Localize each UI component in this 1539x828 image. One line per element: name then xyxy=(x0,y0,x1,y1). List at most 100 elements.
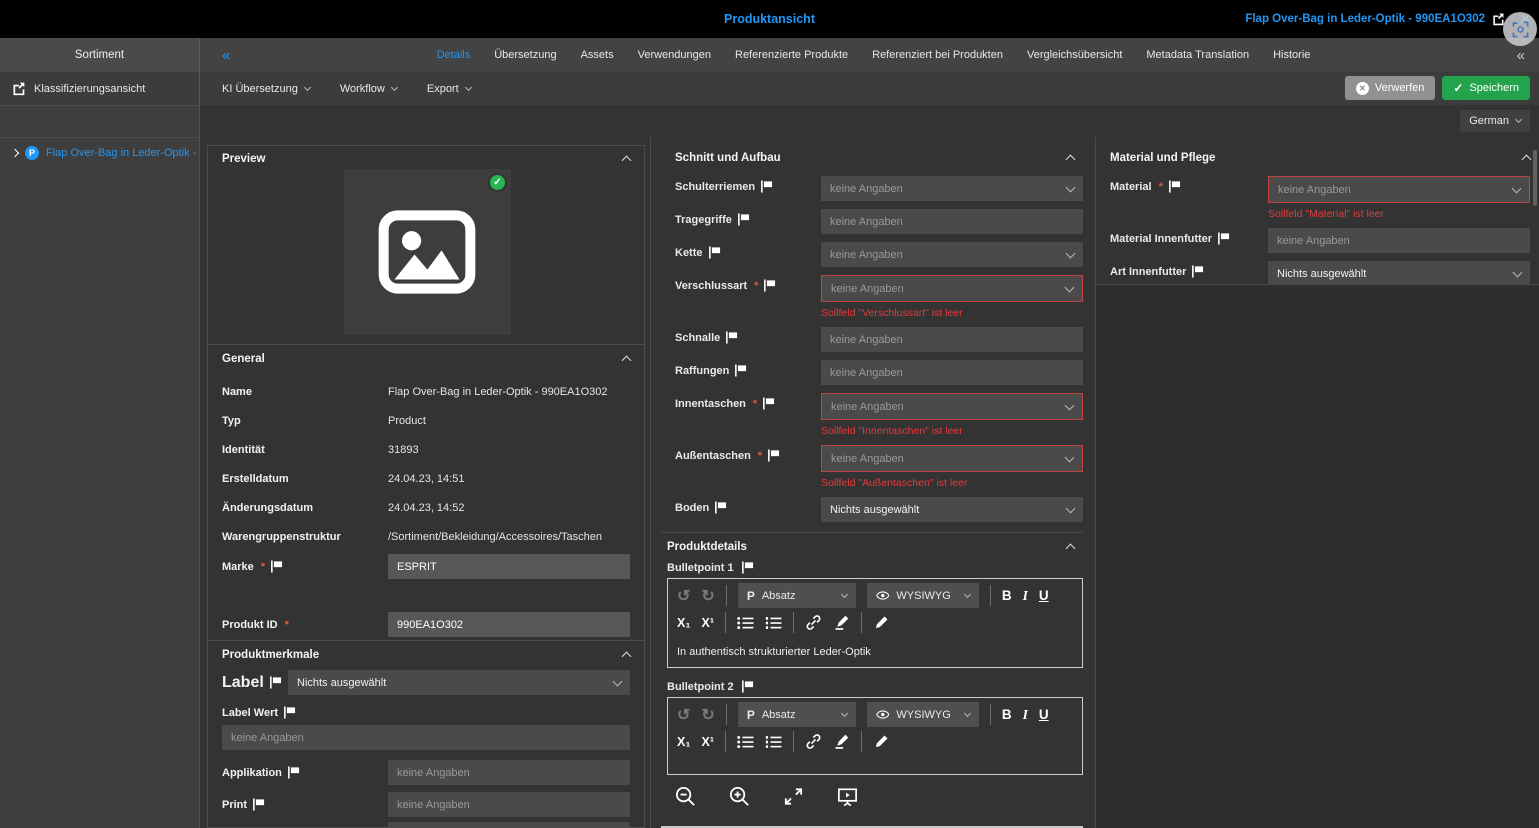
tab-verwendungen[interactable]: Verwendungen xyxy=(638,49,711,61)
raffungen-input[interactable] xyxy=(821,360,1083,385)
tab-metadata-translation[interactable]: Metadata Translation xyxy=(1146,49,1249,61)
screen-capture-badge[interactable] xyxy=(1503,12,1537,46)
boden-select[interactable]: Nichts ausgewählt xyxy=(821,497,1083,522)
edit-pencil-icon[interactable] xyxy=(873,733,890,750)
collapse-section-icon[interactable] xyxy=(1066,544,1076,554)
tab-referenziert-bei-produkten[interactable]: Referenziert bei Produkten xyxy=(872,49,1003,61)
flag-icon[interactable] xyxy=(763,279,776,292)
flag-icon[interactable] xyxy=(741,561,754,574)
numbered-list-icon[interactable] xyxy=(765,616,782,630)
flag-icon[interactable] xyxy=(708,246,721,259)
link-icon[interactable] xyxy=(805,614,822,631)
art-innenfutter-select[interactable]: Nichts ausgewählt xyxy=(1268,261,1530,286)
bullet-list-icon[interactable] xyxy=(737,735,754,749)
bulletpoint1-text[interactable]: In authentisch strukturierter Leder-Opti… xyxy=(668,637,1082,667)
collapse-right-icon[interactable]: « xyxy=(1517,47,1525,64)
zoom-in-icon[interactable] xyxy=(728,785,751,808)
highlighter-icon[interactable] xyxy=(833,614,850,631)
tab-referenzierte-produkte[interactable]: Referenzierte Produkte xyxy=(735,49,848,61)
tragegriffe-input[interactable] xyxy=(821,209,1083,234)
flag-icon[interactable] xyxy=(741,680,754,693)
scrollbar-thumb[interactable] xyxy=(1533,150,1537,206)
superscript-button[interactable]: X¹ xyxy=(702,616,715,630)
flag-icon[interactable] xyxy=(725,331,738,344)
collapse-section-icon[interactable] xyxy=(1522,155,1532,165)
save-button[interactable]: ✓ Speichern xyxy=(1442,76,1530,100)
italic-button[interactable]: I xyxy=(1023,707,1028,723)
kette-select[interactable]: keine Angaben xyxy=(821,242,1083,267)
collapse-section-icon[interactable] xyxy=(1066,155,1076,165)
flag-icon[interactable] xyxy=(270,560,283,573)
flag-icon[interactable] xyxy=(1217,232,1230,245)
tab-historie[interactable]: Historie xyxy=(1273,49,1310,61)
undo-icon[interactable]: ↺ xyxy=(677,705,690,725)
flag-icon[interactable] xyxy=(714,501,727,514)
underline-button[interactable]: U xyxy=(1039,588,1049,603)
sidebar-item-klassifizierungsansicht[interactable]: Klassifizierungsansicht xyxy=(0,72,200,105)
subscript-button[interactable]: X₁ xyxy=(677,735,691,749)
presentation-icon[interactable] xyxy=(836,785,859,808)
view-mode-select[interactable]: WYSIWYG xyxy=(867,702,979,727)
material-innenfutter-input[interactable] xyxy=(1268,228,1530,253)
bold-button[interactable]: B xyxy=(1002,588,1012,603)
flag-icon[interactable] xyxy=(760,180,773,193)
menu-ki-uebersetzung[interactable]: KI Übersetzung xyxy=(222,83,310,95)
paragraph-style-select[interactable]: P Absatz xyxy=(738,702,856,727)
discard-button[interactable]: ✕ Verwerfen xyxy=(1345,76,1436,100)
flag-icon[interactable] xyxy=(737,213,750,226)
tab-uebersetzung[interactable]: Übersetzung xyxy=(494,49,556,61)
flag-icon[interactable] xyxy=(283,706,296,719)
tab-vergleichsuebersicht[interactable]: Vergleichsübersicht xyxy=(1027,49,1122,61)
flag-icon[interactable] xyxy=(1168,180,1181,193)
material-select[interactable]: keine Angaben xyxy=(1268,176,1530,203)
flag-icon[interactable] xyxy=(269,676,282,689)
menu-export[interactable]: Export xyxy=(427,83,471,95)
highlighter-icon[interactable] xyxy=(833,733,850,750)
bold-button[interactable]: B xyxy=(1002,707,1012,722)
flag-icon[interactable] xyxy=(762,397,775,410)
numbered-list-icon[interactable] xyxy=(765,735,782,749)
collapse-section-icon[interactable] xyxy=(622,156,632,166)
produkt-id-input[interactable] xyxy=(388,612,630,637)
collapse-section-icon[interactable] xyxy=(622,652,632,662)
flag-icon[interactable] xyxy=(287,766,300,779)
redo-icon[interactable]: ↻ xyxy=(701,586,714,606)
collapse-section-icon[interactable] xyxy=(622,356,632,366)
language-select[interactable]: German xyxy=(1460,110,1530,132)
flag-icon[interactable] xyxy=(1191,265,1204,278)
schulterriemen-select[interactable]: keine Angaben xyxy=(821,176,1083,201)
flag-icon[interactable] xyxy=(734,364,747,377)
tree-item-product[interactable]: P Flap Over-Bag in Leder-Optik - 990 xyxy=(12,146,199,160)
tab-details[interactable]: Details xyxy=(437,49,471,61)
subscript-button[interactable]: X₁ xyxy=(677,616,691,630)
preview-image-placeholder[interactable]: ✓ xyxy=(344,169,511,335)
label-select[interactable]: Nichts ausgewählt xyxy=(288,670,630,695)
collapse-left-icon[interactable]: « xyxy=(222,47,230,64)
applikation-input[interactable] xyxy=(388,760,630,785)
aussentaschen-select[interactable]: keine Angaben xyxy=(821,445,1083,472)
verschlussart-select[interactable]: keine Angaben xyxy=(821,275,1083,302)
paragraph-style-select[interactable]: P Absatz xyxy=(738,583,856,608)
underline-button[interactable]: U xyxy=(1039,707,1049,722)
cutoff-input[interactable] xyxy=(388,822,630,828)
italic-button[interactable]: I xyxy=(1023,588,1028,604)
tab-assets[interactable]: Assets xyxy=(581,49,614,61)
bulletpoint2-text[interactable] xyxy=(668,756,1082,774)
marke-input[interactable] xyxy=(388,554,630,579)
innentaschen-select[interactable]: keine Angaben xyxy=(821,393,1083,420)
fullscreen-icon[interactable] xyxy=(782,785,805,808)
view-mode-select[interactable]: WYSIWYG xyxy=(867,583,979,608)
redo-icon[interactable]: ↻ xyxy=(701,705,714,725)
zoom-out-icon[interactable] xyxy=(674,785,697,808)
chevron-right-icon[interactable] xyxy=(11,149,19,157)
flag-icon[interactable] xyxy=(252,798,265,811)
bullet-list-icon[interactable] xyxy=(737,616,754,630)
label-wert-input[interactable] xyxy=(222,725,630,750)
edit-pencil-icon[interactable] xyxy=(873,614,890,631)
undo-icon[interactable]: ↺ xyxy=(677,586,690,606)
print-input[interactable] xyxy=(388,792,630,817)
superscript-button[interactable]: X¹ xyxy=(702,735,715,749)
menu-workflow[interactable]: Workflow xyxy=(340,83,397,95)
flag-icon[interactable] xyxy=(767,449,780,462)
schnalle-input[interactable] xyxy=(821,327,1083,352)
